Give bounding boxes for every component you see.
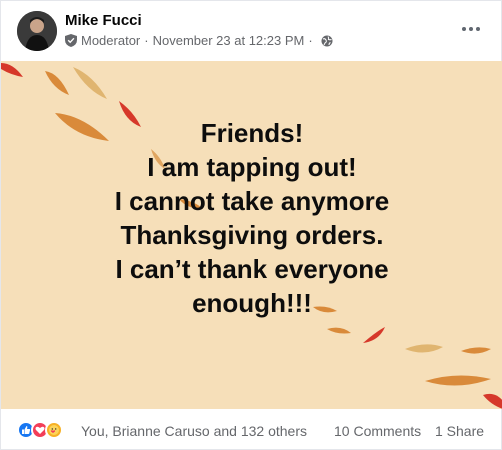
post-header: Mike Fucci Moderator · November 23 at 12…: [1, 1, 502, 61]
more-options-icon[interactable]: [457, 15, 485, 43]
message-line-1: Friends!: [200, 118, 304, 148]
shares-count[interactable]: 1 Share: [435, 423, 484, 439]
post-image[interactable]: Friends! I am tapping out! I cannot take…: [1, 61, 502, 409]
reactions-summary[interactable]: You, Brianne Caruso and 132 others: [81, 423, 307, 439]
author-role: Moderator: [81, 33, 141, 48]
author-name[interactable]: Mike Fucci: [65, 12, 142, 29]
globe-icon[interactable]: [321, 35, 333, 47]
care-icon: [45, 421, 63, 439]
message-line-6: enough!!!: [192, 288, 312, 318]
reaction-icons[interactable]: [17, 421, 63, 439]
message-line-3: I cannot take anymore: [114, 186, 390, 216]
post-footer: You, Brianne Caruso and 132 others 10 Co…: [1, 409, 502, 450]
comments-count[interactable]: 10 Comments: [334, 423, 421, 439]
moderator-badge-icon: [65, 34, 77, 47]
post-timestamp[interactable]: November 23 at 12:23 PM: [153, 33, 305, 48]
author-avatar[interactable]: [17, 11, 57, 51]
message-line-4: Thanksgiving orders.: [120, 220, 384, 250]
meta-separator-2: ·: [308, 33, 313, 48]
message-line-5: I can’t thank everyone: [115, 254, 389, 284]
message-line-2: I am tapping out!: [147, 152, 357, 182]
post-meta: Moderator · November 23 at 12:23 PM ·: [65, 33, 333, 48]
post-message: Friends! I am tapping out! I cannot take…: [1, 116, 502, 320]
post-card: Mike Fucci Moderator · November 23 at 12…: [0, 0, 502, 450]
meta-separator: ·: [144, 33, 149, 48]
